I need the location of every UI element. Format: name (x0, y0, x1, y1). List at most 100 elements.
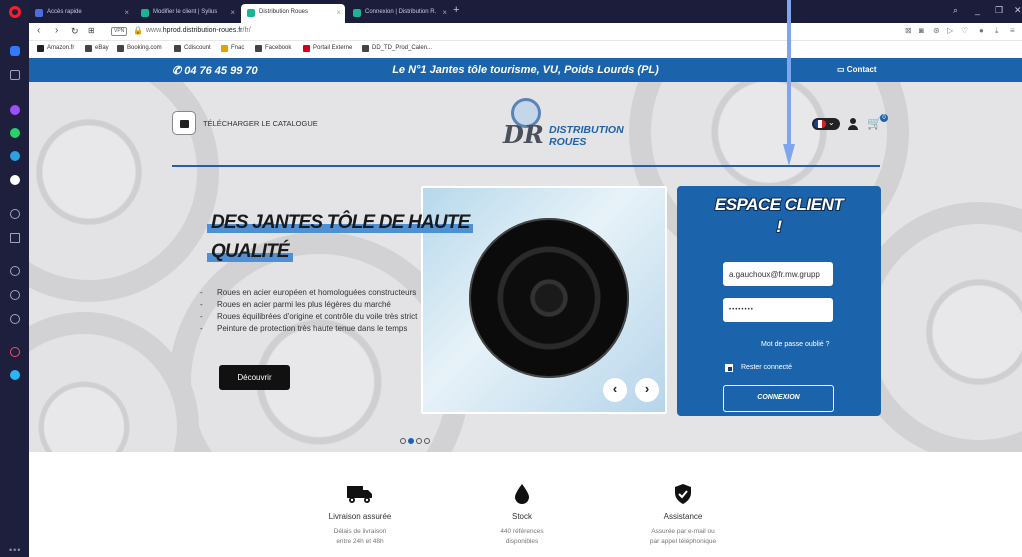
close-icon[interactable]: × (124, 8, 129, 17)
slider-dot[interactable] (424, 438, 430, 444)
close-icon[interactable]: × (230, 8, 235, 17)
download-catalog-link[interactable]: TÉLÉCHARGER LE CATALOGUE (203, 119, 318, 128)
feature-assistance: Assistance Assurée par e-mail ou par appe… (613, 484, 753, 547)
login-button[interactable]: CONNEXION (723, 385, 834, 412)
feature-delivery: Livraison assurée Délais de livraison ent… (290, 484, 430, 547)
list-item: Roues équilibrées d'origine et contrôle … (200, 311, 417, 323)
opera-logo-icon[interactable] (9, 6, 21, 18)
top-info-bar: ✆ 04 76 45 99 70 Le N°1 Jantes tôle touri… (29, 58, 1022, 82)
settings-icon[interactable] (10, 314, 20, 324)
address-bar: ‹ › ↻ ⊞ VPN 🔒 www.hprod.distribution-rou… (29, 23, 1022, 41)
speed-dial-icon (35, 9, 43, 17)
back-icon[interactable]: ‹ (37, 25, 40, 36)
player-icon[interactable] (10, 209, 20, 219)
forgot-password-link[interactable]: Mot de passe oublié ? (761, 341, 830, 348)
close-icon[interactable]: × (336, 8, 341, 17)
close-icon[interactable]: × (442, 8, 447, 17)
heart-icon[interactable] (10, 266, 20, 276)
chevron-down-icon: ⌄ (828, 118, 835, 127)
hero-bullet-list: Roues en acier européen et homologuées c… (200, 287, 417, 335)
url-input[interactable]: www.hprod.distribution-roues.fr/fr/ (146, 27, 251, 34)
portal-icon (303, 45, 310, 52)
telegram-icon[interactable] (10, 151, 20, 161)
minimize-icon[interactable]: _ (975, 5, 980, 15)
slider-dot-active[interactable] (408, 438, 414, 444)
slider-dot[interactable] (400, 438, 406, 444)
tiktok-icon[interactable] (10, 175, 20, 185)
history-icon[interactable] (10, 290, 20, 300)
messenger-icon[interactable] (10, 105, 20, 115)
download-icon[interactable]: ⤓ (995, 26, 999, 36)
slider-prev-button[interactable]: ‹ (603, 378, 627, 402)
heart-icon[interactable]: ♡ (961, 26, 968, 35)
site-logo[interactable]: DR DISTRIBUTION ROUES (503, 98, 633, 153)
browser-sidebar: ••• (0, 0, 29, 557)
menu-icon[interactable]: ≡ (1010, 26, 1015, 35)
whatsapp-icon[interactable] (10, 128, 20, 138)
tab-quick-access[interactable]: Accès rapide × (29, 4, 133, 23)
contact-link[interactable]: ▭ Contact (837, 65, 877, 74)
drop-icon (452, 484, 592, 504)
bookmark-portail-externe[interactable]: Portail Externe (303, 45, 352, 52)
new-tab-icon[interactable]: + (453, 4, 459, 16)
profile-icon[interactable]: ● (979, 26, 984, 35)
feature-stock: Stock 440 références disponibles (452, 484, 592, 547)
remember-me-label: Rester connecté (741, 364, 792, 371)
bookmark-cdiscount[interactable]: Cdiscount (174, 45, 211, 52)
bookmark-dd-prod[interactable]: DD_TD_Prod_Calen... (362, 45, 432, 52)
search-tabs-icon[interactable]: ⌕ (953, 5, 958, 16)
tab-connexion[interactable]: Connexion | Distribution R. × (347, 4, 451, 23)
bookmark-amazon[interactable]: Amazon.fr (37, 45, 74, 52)
folder-icon (85, 45, 92, 52)
flow-icon[interactable] (10, 347, 20, 357)
camera-icon[interactable]: ◙ (919, 26, 924, 35)
forward-icon[interactable]: › (55, 25, 58, 36)
folder-icon (174, 45, 181, 52)
player-icon[interactable]: ▷ (947, 26, 953, 35)
close-window-icon[interactable]: ✕ (1014, 5, 1022, 16)
bookmark-fnac[interactable]: Fnac (221, 45, 244, 52)
account-icon[interactable] (847, 117, 859, 131)
tab-sylius[interactable]: Modifier le client | Sylius × (135, 4, 239, 23)
snapshot-icon[interactable]: ⊠ (905, 26, 912, 35)
grid-icon[interactable]: ⊞ (88, 26, 95, 35)
tab-strip: Accès rapide × Modifier le client | Syli… (29, 0, 1022, 23)
aria-icon[interactable] (10, 370, 20, 380)
folder-icon (117, 45, 124, 52)
list-item: Peinture de protection très haute tenue … (200, 323, 417, 335)
annotation-arrow-icon (783, 0, 795, 166)
reload-icon[interactable]: ↻ (71, 26, 79, 37)
webpage: ✆ 04 76 45 99 70 Le N°1 Jantes tôle touri… (29, 58, 1022, 557)
slider-next-button[interactable]: › (635, 378, 659, 402)
header-divider (172, 165, 880, 167)
speed-dial-icon[interactable] (10, 46, 20, 56)
amazon-icon (37, 45, 44, 52)
vpn-badge[interactable]: VPN (111, 27, 128, 36)
folder-icon (362, 45, 369, 52)
bookmark-ebay[interactable]: eBay (85, 45, 109, 52)
site-favicon-icon (353, 9, 361, 17)
chat-icon: ▭ (837, 65, 845, 74)
hero-section: TÉLÉCHARGER LE CATALOGUE DR DISTRIBUTION… (29, 82, 1022, 452)
language-selector[interactable]: ⌄ (812, 118, 840, 130)
restore-icon[interactable]: ❐ (995, 5, 1003, 16)
bookmark-booking[interactable]: Booking.com (117, 45, 162, 52)
lock-icon[interactable]: 🔒 (133, 26, 143, 35)
bookmarks-bar: Amazon.fr eBay Booking.com Cdiscount Fna… (29, 41, 1022, 58)
fnac-icon (221, 45, 228, 52)
site-favicon-icon (247, 9, 255, 17)
cart-count-badge: 0 (880, 114, 888, 122)
slider-dot[interactable] (416, 438, 422, 444)
home-icon[interactable] (10, 70, 20, 80)
more-icon[interactable]: ••• (9, 545, 21, 555)
bookmark-facebook[interactable]: Facebook (255, 45, 291, 52)
send-icon[interactable] (10, 233, 20, 243)
hero-headline: DES JANTES TÔLE DE HAUTE QUALITÉ (207, 212, 1022, 270)
easy-setup-icon[interactable]: ⊛ (933, 26, 940, 35)
discover-button[interactable]: Découvrir (219, 365, 290, 390)
password-field[interactable] (723, 298, 833, 322)
tab-distribution-roues[interactable]: Distribution Roues × (241, 4, 345, 23)
download-catalog-button[interactable] (172, 111, 196, 135)
remember-me-checkbox[interactable] (725, 364, 733, 372)
shield-check-icon (613, 484, 753, 504)
